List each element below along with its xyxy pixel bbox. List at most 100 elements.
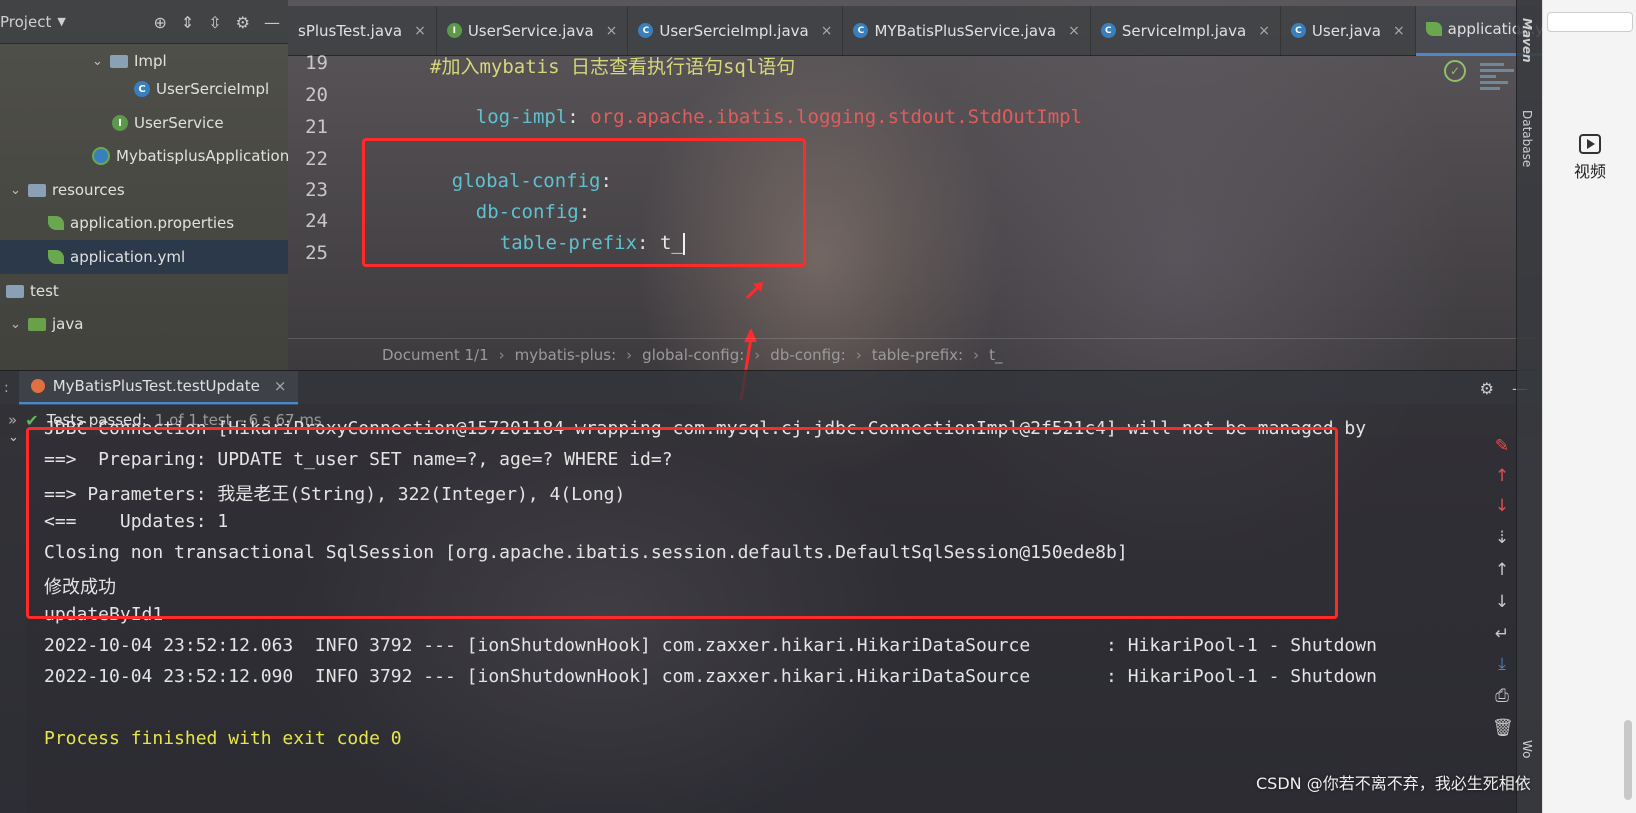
- breadcrumb-item[interactable]: mybatis-plus:: [515, 346, 617, 364]
- close-icon[interactable]: ×: [821, 23, 833, 39]
- line-number: 24: [305, 210, 328, 232]
- tree-item-test[interactable]: test: [6, 274, 59, 308]
- database-tool-window[interactable]: Database: [1520, 110, 1534, 167]
- browser-search-bar[interactable]: [1547, 12, 1633, 32]
- arrow-down-icon[interactable]: ↓: [1492, 592, 1512, 612]
- tree-item-label: application.yml: [70, 248, 186, 266]
- trash-icon[interactable]: 🗑: [1492, 718, 1514, 738]
- watermark: CSDN @你若不离不弃，我必生死相依: [1256, 774, 1531, 793]
- chevron-down-icon: ⌄: [92, 53, 103, 69]
- run-tab-label: MyBatisPlusTest.testUpdate: [52, 377, 260, 395]
- class-icon: C: [853, 23, 869, 38]
- console-toolbar: ✎ ↑ ↓ ⇣ ↑ ↓ ↵ ⤓ ⎙ 🗑: [1488, 436, 1514, 766]
- check-icon: ✓: [1444, 60, 1466, 82]
- tree-item-label: MybatisplusApplication: [116, 147, 290, 165]
- minimap-line: [1480, 69, 1514, 72]
- highlight-box-config: [362, 138, 806, 267]
- line-number: 20: [305, 84, 328, 106]
- line-number: 23: [305, 179, 328, 201]
- tree-item-label: resources: [52, 181, 125, 199]
- tab-user[interactable]: C User.java ×: [1281, 5, 1416, 56]
- console-line: 2022-10-04 23:52:12.090 INFO 3792 --- [i…: [44, 666, 1377, 687]
- tree-item-label: UserSercieImpl: [156, 80, 270, 98]
- close-icon[interactable]: ×: [1258, 23, 1270, 39]
- minimap-line: [1480, 63, 1504, 66]
- config-file-icon: [48, 216, 64, 230]
- target-icon[interactable]: ⊕: [153, 13, 166, 32]
- sort-icon[interactable]: ⇣: [1492, 528, 1512, 548]
- expand-icon[interactable]: »: [8, 411, 17, 429]
- breadcrumb-item[interactable]: table-prefix:: [872, 346, 963, 364]
- arrow-up-icon[interactable]: ↑: [1492, 466, 1512, 486]
- code-comment: #加入mybatis 日志查看执行语句sql语句: [430, 56, 796, 78]
- breadcrumb-item[interactable]: global-config:: [642, 346, 744, 364]
- maven-tool-window[interactable]: Maven: [1520, 18, 1534, 63]
- tab-run-configuration[interactable]: MyBatisPlusTest.testUpdate ×: [18, 370, 299, 405]
- tab-userservice[interactable]: I UserService.java ×: [437, 5, 629, 56]
- red-arrow-annotation: [745, 282, 763, 300]
- folder-icon: [28, 317, 46, 331]
- interface-icon: I: [112, 115, 128, 131]
- minimap[interactable]: [1480, 60, 1520, 140]
- close-icon[interactable]: ×: [1393, 23, 1405, 39]
- spring-app-icon: [92, 147, 110, 165]
- close-icon[interactable]: ×: [606, 23, 618, 39]
- project-title: Project: [0, 12, 52, 31]
- tab-label: User.java: [1311, 21, 1381, 40]
- class-icon: C: [134, 81, 150, 97]
- tree-item-userservice[interactable]: I UserService: [112, 106, 224, 140]
- chevron-down-icon[interactable]: ⌄: [8, 430, 19, 445]
- line-number: 25: [305, 242, 328, 264]
- class-icon: C: [638, 23, 654, 38]
- edit-icon[interactable]: ✎: [1492, 436, 1512, 456]
- close-icon[interactable]: ×: [1068, 23, 1080, 39]
- minimize-icon[interactable]: —: [264, 13, 280, 32]
- tree-item-label: java: [52, 315, 84, 333]
- breadcrumb-document[interactable]: Document 1/1: [382, 346, 489, 364]
- expand-icon[interactable]: ⇕: [181, 13, 194, 32]
- tree-item-usersercieimpl[interactable]: C UserSercieImpl: [134, 72, 269, 106]
- breadcrumb-separator: ›: [754, 345, 761, 364]
- project-view-selector[interactable]: Project ▼: [0, 13, 66, 31]
- tree-item-resources[interactable]: ⌄ resources: [10, 173, 125, 207]
- scrollbar[interactable]: [1624, 720, 1632, 800]
- scroll-end-icon[interactable]: ⤓: [1492, 654, 1512, 674]
- wrap-icon[interactable]: ↵: [1492, 624, 1512, 644]
- tab-mybatisplusservice[interactable]: C MYBatisPlusService.java ×: [843, 5, 1091, 56]
- tab-mybatisplustest[interactable]: sPlusTest.java ×: [288, 5, 437, 56]
- tree-item-label: application.properties: [70, 214, 235, 232]
- tree-item-application-properties[interactable]: application.properties: [48, 206, 234, 240]
- chevron-down-icon: ⌄: [10, 182, 21, 198]
- tree-item-java[interactable]: ⌄ java: [10, 307, 83, 341]
- folder-icon: [28, 183, 46, 197]
- console-exit-line: Process finished with exit code 0: [44, 728, 402, 749]
- arrow-up-icon[interactable]: ↑: [1492, 560, 1512, 580]
- close-icon[interactable]: ×: [414, 23, 426, 39]
- tab-usersercieimpl[interactable]: C UserSercieImpl.java ×: [628, 5, 844, 56]
- gear-icon[interactable]: ⚙: [1480, 379, 1494, 398]
- gear-icon[interactable]: ⚙: [236, 13, 250, 32]
- tab-serviceimpl[interactable]: C ServiceImpl.java ×: [1091, 5, 1281, 56]
- chevron-down-icon: ⌄: [10, 316, 21, 332]
- tree-item-mybatisplusapplication[interactable]: MybatisplusApplication: [92, 139, 289, 173]
- config-file-icon: [1425, 22, 1442, 36]
- tree-item-application-yml[interactable]: application.yml: [0, 240, 288, 274]
- print-icon[interactable]: ⎙: [1492, 686, 1512, 706]
- project-tree: ⌄ Impl C UserSercieImpl I UserService My…: [0, 44, 289, 370]
- yaml-key: log-impl: [475, 106, 568, 128]
- arrow-down-icon[interactable]: ↓: [1492, 496, 1512, 516]
- collapse-icon[interactable]: ⇳: [208, 13, 221, 32]
- workspace-tool-window[interactable]: Wo: [1520, 740, 1534, 759]
- close-icon[interactable]: ×: [274, 377, 287, 395]
- breadcrumb-item[interactable]: t_: [989, 346, 1002, 364]
- line-number: 21: [305, 116, 328, 138]
- breadcrumb-separator: ›: [855, 345, 862, 364]
- tree-item-label: test: [30, 282, 59, 300]
- minimap-line: [1480, 87, 1500, 90]
- breadcrumb-item[interactable]: db-config:: [770, 346, 845, 364]
- folder-icon: [6, 284, 24, 298]
- video-button[interactable]: 视频: [1543, 134, 1636, 194]
- right-tool-strip: Maven Database Wo: [1516, 0, 1542, 813]
- interface-icon: I: [446, 23, 462, 38]
- tab-label: MYBatisPlusService.java: [874, 21, 1057, 40]
